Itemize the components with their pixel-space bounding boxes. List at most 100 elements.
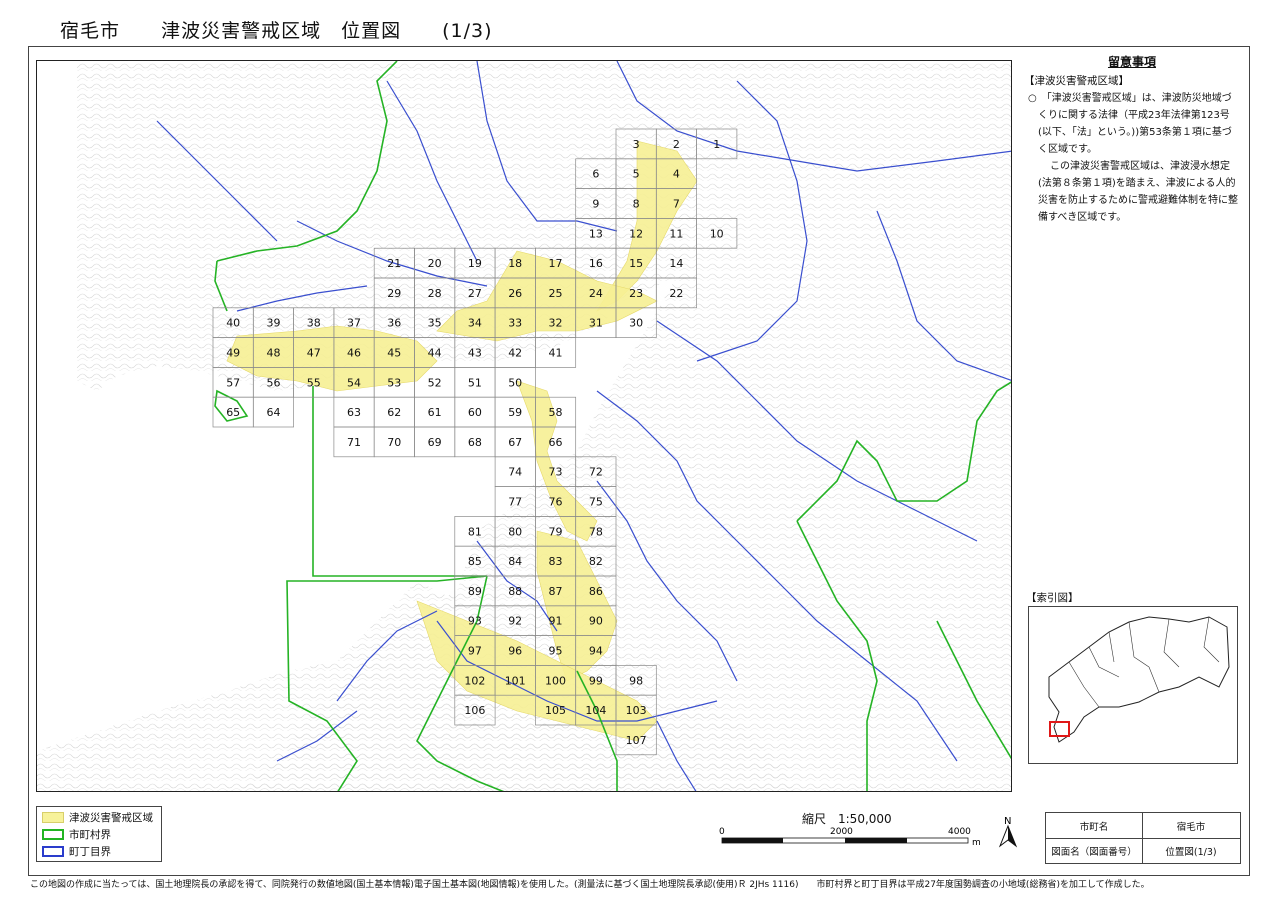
map-sheet-number: 83 bbox=[549, 555, 563, 568]
map-sheet-number: 23 bbox=[629, 287, 643, 300]
map-sheet-number: 34 bbox=[468, 317, 482, 330]
map-sheet-number: 29 bbox=[387, 287, 401, 300]
scale-tick-0: 0 bbox=[719, 827, 725, 837]
map-sheet-number: 8 bbox=[633, 198, 640, 211]
location-map[interactable]: 1 2 3 4 5 6 7 8 9 10 11 12 13 14 15 16 17 18 19 20 21 22 23 24 2… bbox=[36, 60, 1012, 792]
legend-swatch-tsunami-zone bbox=[42, 811, 64, 823]
map-sheet-number: 99 bbox=[589, 674, 603, 687]
map-sheet-number: 4 bbox=[673, 168, 680, 181]
map-sheet-number: 28 bbox=[428, 287, 442, 300]
map-sheet-number: 7 bbox=[673, 198, 680, 211]
map-sheet-number: 43 bbox=[468, 347, 482, 360]
notes-paragraph-2: この津波災害警戒区域は、津波浸水想定(法第８条第１項)を踏まえ、津波による人的災… bbox=[1038, 161, 1238, 223]
map-sheet-number: 106 bbox=[464, 704, 485, 717]
map-sheet-number: 89 bbox=[468, 585, 482, 598]
footer-note: この地図の作成に当たっては、国土地理院長の承認を得て、同院発行の数値地図(国土基… bbox=[30, 880, 1150, 890]
map-sheet-number: 73 bbox=[549, 466, 563, 479]
map-sheet-number: 98 bbox=[629, 674, 643, 687]
map-sheet-number: 35 bbox=[428, 317, 442, 330]
map-sheet-number: 53 bbox=[387, 376, 401, 389]
map-sheet-number: 11 bbox=[669, 227, 683, 240]
map-sheet-number: 14 bbox=[669, 257, 683, 270]
map-sheet-number: 87 bbox=[549, 585, 563, 598]
notes-paragraph-1: ○ 「津波災害警戒区域」は、津波防災地域づくりに関する法律（平成23年法律第12… bbox=[1028, 93, 1232, 155]
map-sheet-number: 25 bbox=[549, 287, 563, 300]
map-sheet-number: 104 bbox=[585, 704, 606, 717]
map-sheet-number: 96 bbox=[508, 645, 522, 658]
map-sheet-number: 18 bbox=[508, 257, 522, 270]
map-sheet-number: 59 bbox=[508, 406, 522, 419]
map-sheet-number: 9 bbox=[592, 198, 599, 211]
legend-swatch-municipal-boundary bbox=[42, 828, 64, 840]
map-sheet-number: 68 bbox=[468, 436, 482, 449]
map-canvas: 1234567891011121314151617181920212223242… bbox=[37, 61, 1011, 791]
map-sheet-number: 63 bbox=[347, 406, 361, 419]
map-sheet-number: 101 bbox=[505, 674, 526, 687]
info-key-drawing: 図面名（図面番号） bbox=[1051, 846, 1137, 858]
map-sheet-number: 72 bbox=[589, 466, 603, 479]
map-sheet-number: 24 bbox=[589, 287, 603, 300]
map-sheet-number: 60 bbox=[468, 406, 482, 419]
map-sheet-number: 64 bbox=[267, 406, 281, 419]
index-prefecture-outline bbox=[1048, 616, 1230, 743]
scale-bar-graphic: 0 2000 4000 m bbox=[719, 827, 981, 848]
title-page: (1/3) bbox=[442, 20, 493, 42]
map-sheet-number: 38 bbox=[307, 317, 321, 330]
map-sheet-number: 26 bbox=[508, 287, 522, 300]
map-sheet-number: 39 bbox=[267, 317, 281, 330]
legend-item-town-boundary: 町丁目界 bbox=[42, 844, 111, 858]
map-sheet-number: 84 bbox=[508, 555, 522, 568]
map-sheet-number: 31 bbox=[589, 317, 603, 330]
map-sheet-number: 75 bbox=[589, 496, 603, 509]
legend-label-municipal-boundary: 市町村界 bbox=[69, 828, 111, 841]
north-arrow: N bbox=[996, 814, 1020, 850]
map-sheet-number: 10 bbox=[710, 227, 724, 240]
info-value-drawing: 位置図(1/3) bbox=[1165, 846, 1217, 858]
map-sheet-number: 3 bbox=[633, 138, 640, 151]
notes-heading: 留意事項 bbox=[1107, 55, 1156, 69]
legend-swatch-town-boundary bbox=[42, 845, 64, 857]
map-sheet-number: 78 bbox=[589, 525, 603, 538]
map-sheet-number: 15 bbox=[629, 257, 643, 270]
index-map-label: 【索引図】 bbox=[1026, 592, 1079, 604]
map-sheet-number: 44 bbox=[428, 347, 442, 360]
map-sheet-number: 55 bbox=[307, 376, 321, 389]
map-sheet-number: 16 bbox=[589, 257, 603, 270]
map-sheet-number: 17 bbox=[549, 257, 563, 270]
map-sheet-number: 54 bbox=[347, 376, 361, 389]
map-sheet-number: 21 bbox=[387, 257, 401, 270]
map-sheet-number: 51 bbox=[468, 376, 482, 389]
map-sheet-number: 86 bbox=[589, 585, 603, 598]
legend-label-tsunami-zone: 津波災害警戒区域 bbox=[69, 811, 153, 824]
map-sheet-number: 107 bbox=[626, 734, 647, 747]
map-sheet-number: 13 bbox=[589, 227, 603, 240]
map-sheet-number: 61 bbox=[428, 406, 442, 419]
map-sheet-number: 58 bbox=[549, 406, 563, 419]
notes-panel: 留意事項 【津波災害警戒区域】 ○ 「津波災害警戒区域」は、津波防災地域づくりに… bbox=[1024, 54, 1240, 226]
map-sheet-number: 100 bbox=[545, 674, 566, 687]
legend-label-town-boundary: 町丁目界 bbox=[69, 845, 111, 858]
legend: 津波災害警戒区域 市町村界 町丁目界 bbox=[36, 806, 162, 862]
map-sheet-number: 33 bbox=[508, 317, 522, 330]
map-sheet-number: 67 bbox=[508, 436, 522, 449]
map-sheet-number: 71 bbox=[347, 436, 361, 449]
map-sheet-number: 22 bbox=[669, 287, 683, 300]
map-sheet-number: 56 bbox=[267, 376, 281, 389]
map-sheet-number: 12 bbox=[629, 227, 643, 240]
map-sheet-number: 90 bbox=[589, 615, 603, 628]
map-sheet-number: 95 bbox=[549, 645, 563, 658]
map-sheet-number: 50 bbox=[508, 376, 522, 389]
map-sheet-number: 94 bbox=[589, 645, 603, 658]
legend-item-municipal-boundary: 市町村界 bbox=[42, 827, 111, 841]
map-sheet-number: 46 bbox=[347, 347, 361, 360]
scale-tick-2000: 2000 bbox=[830, 827, 853, 837]
map-sheet-number: 52 bbox=[428, 376, 442, 389]
info-value-city: 宿毛市 bbox=[1176, 821, 1206, 833]
map-sheet-number: 65 bbox=[226, 406, 240, 419]
map-sheet-number: 69 bbox=[428, 436, 442, 449]
map-sheet-number: 32 bbox=[549, 317, 563, 330]
map-sheet-number: 27 bbox=[468, 287, 482, 300]
map-sheet-number: 62 bbox=[387, 406, 401, 419]
map-sheet-number: 49 bbox=[226, 347, 240, 360]
map-sheet-number: 30 bbox=[629, 317, 643, 330]
